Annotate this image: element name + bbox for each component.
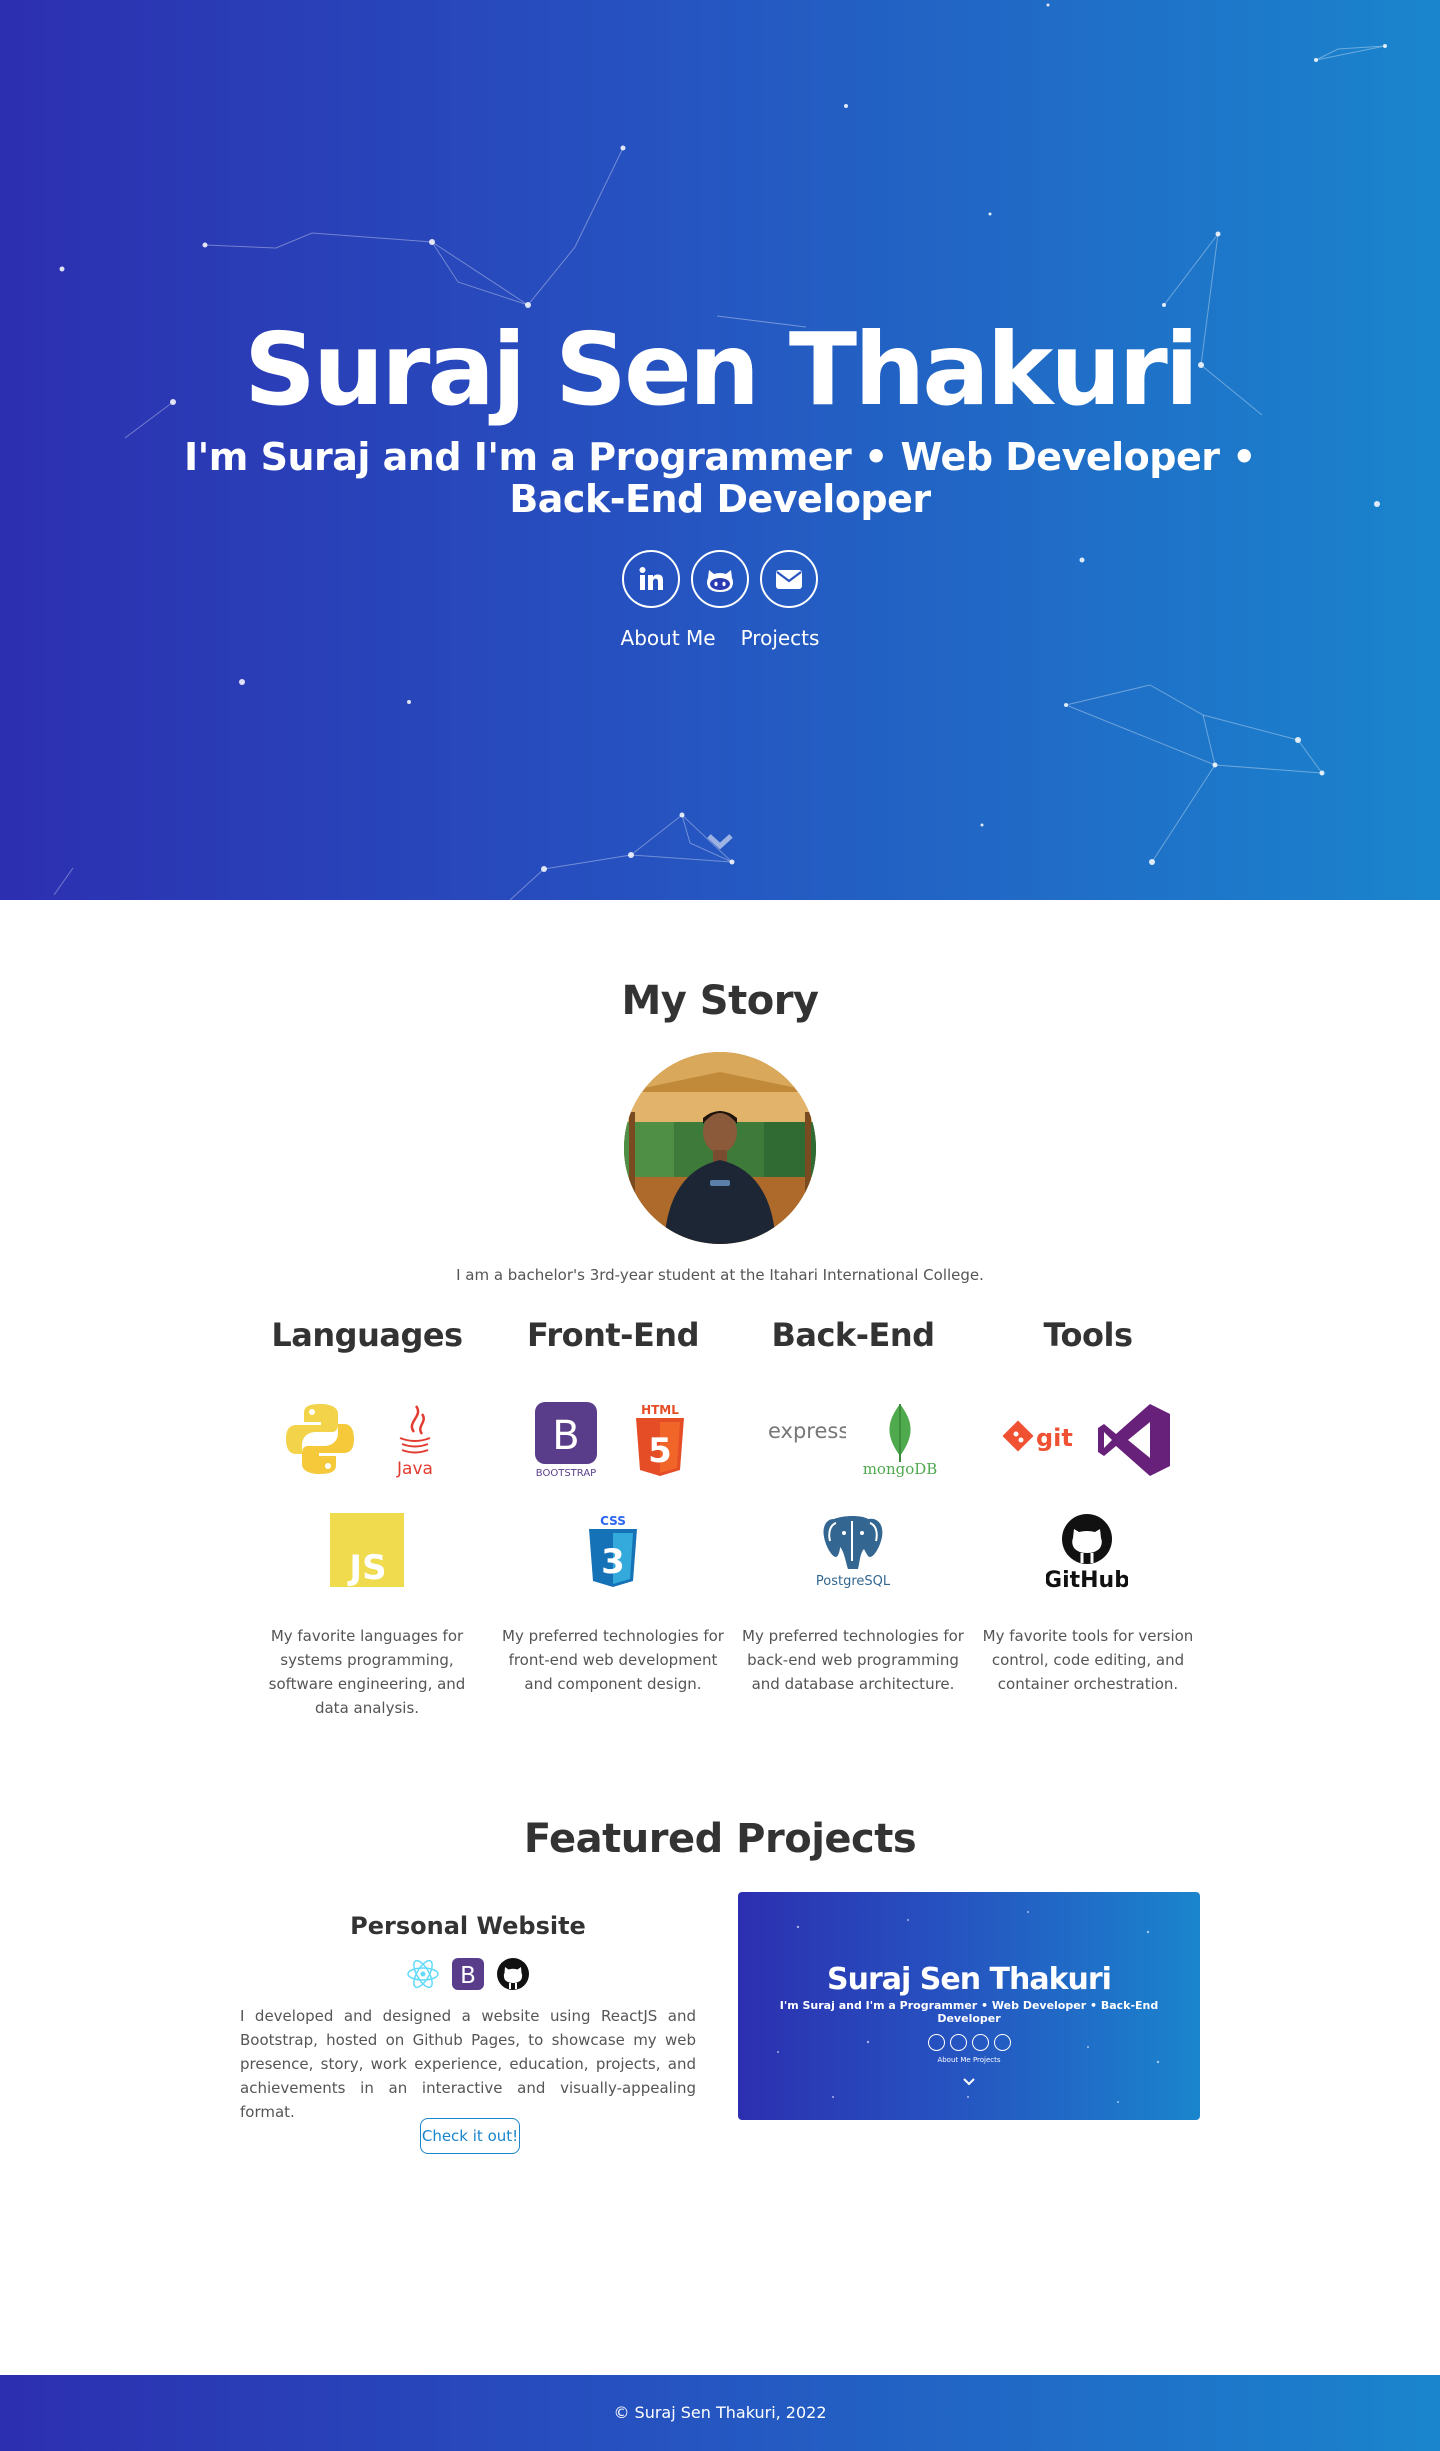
project-description: I developed and designed a website using… [240, 2007, 696, 2121]
skill-title: Tools [1043, 1316, 1133, 1354]
story-title: My Story [621, 978, 819, 1024]
story-section: My Story I am a bachelor's 3rd-year stud… [0, 900, 1440, 1284]
svg-text:B: B [552, 1413, 579, 1459]
css3-logo: CSS 3 [589, 1514, 637, 1587]
github-icon [950, 2034, 967, 2051]
project-card: Personal Website B I developed and desig [0, 1862, 1440, 2242]
chevron-down-icon[interactable] [705, 832, 735, 852]
skills-section: Languages Java JS My favorite languages … [0, 1316, 1440, 1816]
bootstrap-icon: B [452, 1958, 484, 1990]
express-logo: express [768, 1419, 846, 1443]
python-logo [286, 1404, 354, 1474]
preview-links: About Me Projects [937, 2056, 1001, 2064]
chevron-down-icon [963, 2078, 975, 2086]
svg-text:express: express [768, 1419, 846, 1443]
hero-section: Suraj Sen Thakuri I'm Suraj and I'm a Pr… [0, 0, 1440, 900]
mongodb-logo: mongoDB [863, 1404, 938, 1478]
visual-studio-logo [1098, 1404, 1170, 1476]
footer: © Suraj Sen Thakuri, 2022 [0, 2375, 1440, 2451]
projects-title: Featured Projects [523, 1816, 917, 1862]
document-icon [972, 2034, 989, 2051]
postgresql-logo: PostgreSQL [816, 1516, 891, 1589]
envelope-icon [776, 570, 802, 589]
hero-tagline: I'm Suraj and I'm a Programmer • Web Dev… [184, 435, 1256, 521]
about-me-link[interactable]: About Me [621, 626, 716, 650]
svg-text:git: git [1036, 1424, 1073, 1452]
hero-name: Suraj Sen Thakuri [243, 311, 1199, 428]
project-preview-image[interactable]: Suraj Sen Thakuri I'm Suraj and I'm a Pr… [738, 1892, 1200, 2120]
projects-link[interactable]: Projects [741, 626, 820, 650]
skill-description: My preferred technologies for front-end … [502, 1627, 724, 1693]
skill-title: Front-End [527, 1316, 699, 1354]
skill-title: Back-End [771, 1316, 935, 1354]
svg-text:GitHub: GitHub [1046, 1568, 1128, 1591]
email-button[interactable] [760, 550, 818, 608]
linkedin-button[interactable] [622, 550, 680, 608]
project-title: Personal Website [350, 1912, 586, 1940]
skill-description: My favorite tools for version control, c… [982, 1627, 1194, 1693]
svg-text:PostgreSQL: PostgreSQL [816, 1574, 891, 1589]
skill-title: Languages [271, 1316, 463, 1354]
github-icon [497, 1958, 529, 1990]
svg-text:B: B [460, 1963, 476, 1989]
svg-text:3: 3 [601, 1542, 625, 1582]
preview-social-icons [928, 2034, 1011, 2051]
social-links [0, 550, 1440, 608]
svg-text:mongoDB: mongoDB [863, 1460, 938, 1478]
github-button[interactable] [691, 550, 749, 608]
git-logo: git [1002, 1420, 1073, 1452]
html5-logo: HTML 5 [636, 1403, 684, 1476]
java-logo: Java [396, 1405, 433, 1478]
avatar [624, 1052, 816, 1244]
svg-text:Java: Java [396, 1459, 433, 1478]
svg-text:CSS: CSS [600, 1514, 626, 1528]
github-icon [707, 570, 733, 592]
skill-description: My preferred technologies for back-end w… [742, 1627, 964, 1693]
footer-copyright: © Suraj Sen Thakuri, 2022 [613, 2403, 827, 2422]
hero-nav: About Me Projects [0, 626, 1440, 650]
linkedin-icon [928, 2034, 945, 2051]
projects-section: Featured Projects Personal Website B I d… [0, 1816, 1440, 2242]
preview-subtitle: I'm Suraj and I'm a Programmer • Web Dev… [779, 1999, 1159, 2025]
linkedin-icon [639, 567, 663, 590]
javascript-logo: JS [330, 1513, 404, 1587]
hero-content: Suraj Sen Thakuri I'm Suraj and I'm a Pr… [0, 310, 1440, 650]
svg-text:5: 5 [648, 1431, 672, 1471]
github-logo: GitHub [1046, 1514, 1128, 1591]
svg-text:HTML: HTML [641, 1403, 679, 1417]
skill-description: My favorite languages for systems progra… [268, 1627, 466, 1717]
project-tech-icons: B [406, 1957, 530, 1991]
react-icon [407, 1959, 439, 1989]
svg-text:JS: JS [347, 1548, 386, 1587]
check-it-out-button[interactable]: Check it out! [420, 2118, 520, 2154]
svg-text:BOOTSTRAP: BOOTSTRAP [536, 1468, 596, 1478]
bootstrap-logo: B BOOTSTRAP [535, 1402, 597, 1478]
profile-photo [624, 1052, 816, 1244]
envelope-icon [994, 2034, 1011, 2051]
preview-title: Suraj Sen Thakuri [827, 1962, 1112, 1997]
story-text: I am a bachelor's 3rd-year student at th… [456, 1266, 984, 1284]
